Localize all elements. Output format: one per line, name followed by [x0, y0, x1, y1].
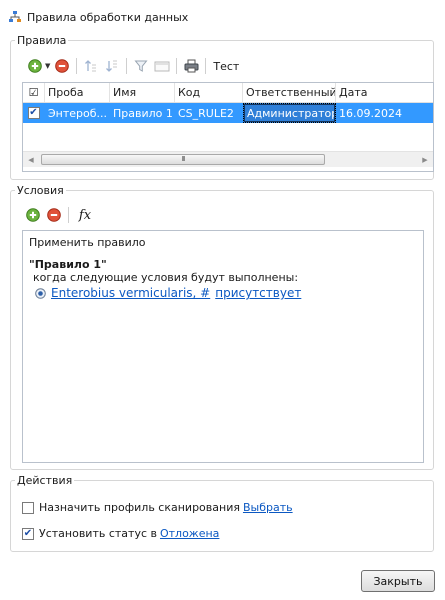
- column-header-code[interactable]: Код: [175, 83, 243, 102]
- radio-bullet-icon: [35, 287, 46, 299]
- printer-icon: [184, 59, 199, 73]
- cell-probe: Энтероб...: [45, 103, 110, 123]
- column-header-name[interactable]: Имя: [110, 83, 175, 102]
- close-button[interactable]: Закрыть: [361, 570, 435, 592]
- filter-button[interactable]: [132, 57, 150, 75]
- rules-horizontal-scrollbar[interactable]: ◀ III ▶: [23, 151, 433, 167]
- row-checkbox-cell[interactable]: ✔: [23, 103, 45, 123]
- action-checkbox[interactable]: ✔: [22, 527, 34, 540]
- condition-state-link[interactable]: присутствует: [215, 286, 301, 300]
- remove-icon: [55, 59, 70, 73]
- add-icon: [26, 208, 40, 222]
- rule-name-text: "Правило 1": [29, 258, 107, 271]
- print-button[interactable]: [182, 57, 200, 75]
- select-profile-link[interactable]: Выбрать: [243, 501, 293, 514]
- scrollbar-thumb[interactable]: III: [41, 153, 325, 165]
- toolbar-separator: [176, 58, 178, 74]
- window-title: Правила обработки данных: [27, 10, 189, 24]
- remove-icon: [47, 208, 61, 222]
- cell-name: Правило 1: [110, 103, 175, 123]
- rules-tree-icon: [8, 10, 22, 24]
- action-label: Установить статус в: [39, 527, 157, 540]
- move-up-button[interactable]: [82, 57, 100, 75]
- window-title-bar: Правила обработки данных: [8, 8, 188, 26]
- table-row[interactable]: ✔ Энтероб... Правило 1 CS_RULE2 Админист…: [23, 103, 433, 123]
- column-header-responsible[interactable]: Ответственный: [243, 83, 336, 102]
- panel-icon: [154, 61, 170, 72]
- cell-responsible[interactable]: Администратор: [243, 103, 336, 123]
- conditions-toolbar: fx: [24, 205, 96, 225]
- header-checkbox-icon: ☑: [28, 86, 39, 99]
- move-down-icon: [106, 60, 118, 72]
- status-deferred-link[interactable]: Отложена: [160, 527, 219, 540]
- fx-icon: fx: [78, 207, 92, 223]
- actions-legend: Действия: [17, 474, 73, 487]
- rules-legend: Правила: [17, 34, 67, 47]
- add-icon: [28, 59, 42, 73]
- rules-toolbar: ▼ Тест: [26, 56, 241, 76]
- column-header-date[interactable]: Дата: [336, 83, 431, 102]
- conditions-editor[interactable]: Применить правило "Правило 1" когда след…: [22, 230, 424, 463]
- scroll-left-icon[interactable]: ◀: [23, 152, 39, 168]
- action-label: Назначить профиль сканирования: [39, 501, 240, 514]
- toolbar-separator: [205, 58, 207, 74]
- table-header: ☑ Проба Имя Код Ответственный Дата: [23, 83, 433, 103]
- header-check-column[interactable]: ☑: [23, 83, 45, 102]
- add-condition-button[interactable]: [24, 206, 42, 224]
- condition-intro-text: когда следующие условия будут выполнены:: [33, 271, 299, 284]
- toolbar-separator: [76, 58, 78, 74]
- column-header-probe[interactable]: Проба: [45, 83, 110, 102]
- test-button[interactable]: Тест: [211, 60, 241, 73]
- condition-subject-link[interactable]: Enterobius vermicularis, #: [51, 286, 210, 300]
- row-checkbox[interactable]: ✔: [27, 107, 40, 119]
- toolbar-separator: [68, 207, 69, 223]
- conditions-legend: Условия: [17, 184, 64, 197]
- scrollbar-grip: III: [181, 155, 185, 163]
- action-checkbox[interactable]: [22, 501, 34, 514]
- move-up-icon: [85, 60, 97, 72]
- cell-date: 16.09.2024: [339, 106, 402, 120]
- panel-toggle-button[interactable]: [153, 57, 171, 75]
- add-dropdown-arrow-icon[interactable]: ▼: [45, 62, 50, 70]
- add-rule-button[interactable]: [26, 57, 44, 75]
- action-set-status: ✔ Установить статус в Отложена: [22, 527, 219, 540]
- scroll-right-icon[interactable]: ▶: [417, 152, 433, 168]
- action-assign-scan-profile: Назначить профиль сканирования Выбрать: [22, 501, 293, 514]
- toolbar-separator: [126, 58, 128, 74]
- remove-rule-button[interactable]: [53, 57, 71, 75]
- filter-icon: [134, 60, 148, 72]
- scrollbar-track[interactable]: III: [39, 152, 417, 168]
- move-down-button[interactable]: [103, 57, 121, 75]
- formula-button[interactable]: fx: [74, 206, 96, 224]
- condition-item: Enterobius vermicularis, # присутствует: [35, 286, 417, 300]
- apply-rule-text: Применить правило: [29, 236, 146, 249]
- remove-condition-button[interactable]: [45, 206, 63, 224]
- cell-code: CS_RULE2: [175, 103, 243, 123]
